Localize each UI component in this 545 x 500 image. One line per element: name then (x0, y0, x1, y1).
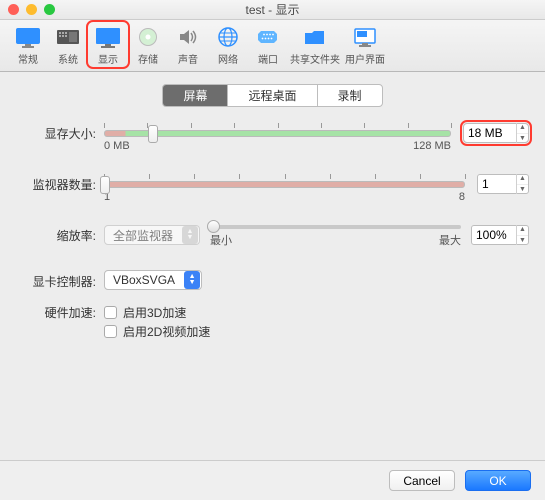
scale-max: 最大 (439, 232, 461, 248)
video-memory-slider[interactable] (104, 130, 451, 137)
toolbar-item-display[interactable]: 显示 (88, 22, 128, 67)
minimize-icon[interactable] (26, 4, 37, 15)
toolbar-item-network[interactable]: 网络 (208, 22, 248, 67)
label-gfx-controller: 显卡控制器: (16, 271, 104, 290)
row-video-memory: 显存大小: 0 MB 128 MB (16, 123, 529, 152)
monitor-count-field[interactable] (478, 175, 512, 193)
monitor-select[interactable]: 全部监视器 ▲▼ (104, 225, 200, 245)
scale-factor-field[interactable] (472, 226, 512, 244)
footer: Cancel OK (0, 460, 545, 500)
updown-icon: ▲▼ (184, 271, 200, 289)
row-gfx-controller: 显卡控制器: VBoxSVGA ▲▼ (16, 270, 529, 290)
monitor-count-ticks (104, 174, 465, 180)
stepper-up-icon[interactable]: ▲ (517, 174, 528, 185)
label-monitor-count: 监视器数量: (16, 174, 104, 193)
gfx-controller-value: VBoxSVGA (105, 273, 183, 287)
checkbox-box[interactable] (104, 306, 117, 319)
video-memory-min: 0 MB (104, 140, 130, 152)
label-scale-factor: 缩放率: (16, 225, 104, 244)
monitor-count-slider[interactable] (104, 181, 465, 188)
label-hw-accel: 硬件加速: (16, 302, 104, 321)
close-icon[interactable] (8, 4, 19, 15)
stepper-down-icon[interactable]: ▼ (517, 236, 528, 246)
toolbar-item-audio[interactable]: 声音 (168, 22, 208, 67)
label-video-memory: 显存大小: (16, 123, 104, 142)
scale-min: 最小 (210, 232, 232, 248)
content-area: 屏幕 远程桌面 录制 显存大小: 0 MB 128 MB (0, 72, 545, 460)
stepper-up-icon[interactable]: ▲ (517, 225, 528, 236)
tab-bar: 屏幕 远程桌面 录制 (16, 84, 529, 107)
monitor-count-max: 8 (459, 191, 465, 203)
cancel-button[interactable]: Cancel (389, 470, 455, 491)
monitor-count-input[interactable]: ▲▼ (477, 174, 529, 194)
titlebar: test - 显示 (0, 0, 545, 20)
monitor-select-value: 全部监视器 (105, 227, 181, 244)
stepper[interactable]: ▲▼ (516, 174, 528, 194)
video-memory-input[interactable]: ▲▼ (463, 123, 529, 143)
video-memory-field[interactable] (464, 124, 512, 142)
zoom-icon[interactable] (44, 4, 55, 15)
checkbox-2d-label: 启用2D视频加速 (123, 323, 210, 340)
tab-recording[interactable]: 录制 (318, 85, 382, 106)
tab-remote-desktop[interactable]: 远程桌面 (228, 85, 317, 106)
slider-thumb[interactable] (100, 176, 110, 194)
checkbox-3d-label: 启用3D加速 (123, 304, 186, 321)
checkbox-box[interactable] (104, 325, 117, 338)
traffic-lights (8, 4, 55, 15)
checkbox-2d-accel[interactable]: 启用2D视频加速 (104, 323, 529, 340)
gfx-controller-select[interactable]: VBoxSVGA ▲▼ (104, 270, 202, 290)
toolbar-item-general[interactable]: 常规 (8, 22, 48, 67)
toolbar-item-system[interactable]: 系统 (48, 22, 88, 67)
window-title: test - 显示 (0, 1, 545, 18)
toolbar-item-storage[interactable]: 存储 (128, 22, 168, 67)
row-scale-factor: 缩放率: 全部监视器 ▲▼ 最小 最大 (16, 225, 529, 248)
stepper[interactable]: ▲▼ (516, 225, 528, 245)
scale-factor-input[interactable]: ▲▼ (471, 225, 529, 245)
row-hw-accel: 硬件加速: 启用3D加速 启用2D视频加速 (16, 302, 529, 342)
toolbar-item-ports[interactable]: 端口 (248, 22, 288, 67)
stepper-down-icon[interactable]: ▼ (517, 185, 528, 195)
stepper-down-icon[interactable]: ▼ (517, 134, 528, 144)
stepper-up-icon[interactable]: ▲ (517, 123, 528, 134)
toolbar: 常规 系统 显示 存储 声音 网络 端口 共享文件夹 用户界面 (0, 20, 545, 72)
updown-icon: ▲▼ (182, 226, 198, 244)
tab-screen[interactable]: 屏幕 (163, 85, 228, 106)
stepper[interactable]: ▲▼ (516, 123, 528, 143)
toolbar-item-user-interface[interactable]: 用户界面 (342, 22, 388, 67)
video-memory-max: 128 MB (413, 140, 451, 152)
scale-slider[interactable] (210, 225, 461, 229)
slider-knob[interactable] (207, 220, 220, 233)
slider-thumb[interactable] (148, 125, 158, 143)
settings-window: test - 显示 常规 系统 显示 存储 声音 网络 端口 共享文件夹 用户界… (0, 0, 545, 500)
toolbar-item-shared-folders[interactable]: 共享文件夹 (288, 22, 342, 67)
ok-button[interactable]: OK (465, 470, 531, 491)
row-monitor-count: 监视器数量: 1 8 ▲▼ (16, 174, 529, 203)
checkbox-3d-accel[interactable]: 启用3D加速 (104, 304, 529, 321)
